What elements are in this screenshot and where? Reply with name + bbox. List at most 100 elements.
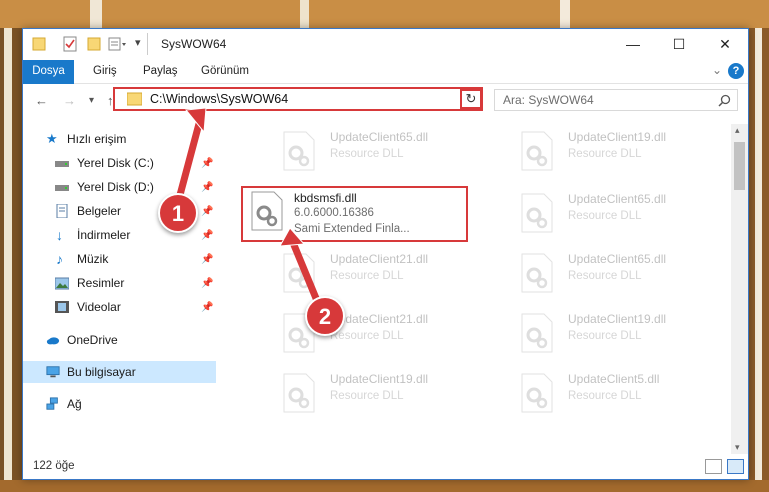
forward-arrow-icon[interactable]: → [63, 93, 76, 108]
file-name: UpdateClient19.dll [568, 312, 667, 326]
pictures-icon [55, 277, 69, 290]
window-title: SysWOW64 [161, 37, 227, 51]
ribbon-expand-icon[interactable]: ⌄ [712, 63, 722, 77]
nav-quick-access[interactable]: ★ Hızlı erişim [23, 128, 216, 150]
scrollbar-thumb[interactable] [734, 142, 745, 190]
file-tile[interactable]: UpdateClient19.dll Resource DLL [506, 124, 736, 180]
tab-gorunum[interactable]: Görünüm [189, 60, 261, 84]
pin-icon[interactable]: 📌 [201, 201, 213, 223]
dll-file-icon [521, 193, 553, 233]
dll-file-icon [521, 313, 553, 353]
file-tile[interactable]: UpdateClient5.dll Resource DLL [506, 366, 736, 422]
file-type: Resource DLL [330, 148, 404, 160]
pin-icon[interactable]: 📌 [201, 225, 213, 247]
file-tile[interactable]: UpdateClient19.dll Resource DLL [506, 306, 736, 362]
customize-toolbar-icon[interactable] [108, 36, 128, 52]
properties-icon[interactable] [63, 36, 77, 52]
pin-icon[interactable]: 📌 [201, 177, 213, 199]
pin-icon[interactable]: 📌 [201, 273, 213, 295]
address-bar[interactable]: C:\Windows\SysWOW64 ⌄ [113, 87, 483, 111]
file-tile[interactable]: UpdateClient21.dll Resource DLL [268, 246, 498, 302]
file-type: Resource DLL [568, 390, 642, 402]
minimize-button[interactable]: — [610, 29, 656, 60]
nav-label: Hızlı erişim [67, 132, 127, 146]
scroll-up-icon[interactable]: ▴ [735, 125, 740, 136]
drive-icon [55, 185, 69, 191]
back-arrow-icon[interactable]: ← [35, 93, 48, 108]
nav-item-music[interactable]: ♪ Müzik 📌 [23, 248, 216, 270]
nav-label: Ağ [67, 397, 82, 411]
downloads-icon: ↓ [56, 227, 63, 243]
close-button[interactable]: ✕ [702, 29, 748, 60]
chevron-down-icon[interactable]: ▾ [135, 36, 141, 49]
file-type: Resource DLL [330, 390, 404, 402]
item-count: 122 öğe [33, 460, 75, 472]
nav-label: Yerel Disk (D:) [77, 180, 154, 194]
pin-icon[interactable]: 📌 [201, 153, 213, 175]
vertical-scrollbar[interactable]: ▴ ▾ [731, 124, 748, 454]
dll-file-icon [521, 373, 553, 413]
nav-label: Müzik [77, 252, 109, 266]
callout-badge-2: 2 [305, 296, 345, 336]
navigation-pane: ★ Hızlı erişim Yerel Disk (C:) 📌 Yerel D… [23, 124, 216, 454]
file-name: UpdateClient65.dll [330, 130, 429, 144]
nav-label: Videolar [77, 300, 121, 314]
file-name: UpdateClient19.dll [330, 372, 429, 386]
search-placeholder: Ara: SysWOW64 [503, 93, 594, 107]
file-list: UpdateClient65.dll Resource DLL UpdateClie… [228, 124, 733, 454]
maximize-button[interactable]: ☐ [656, 29, 702, 60]
documents-icon [56, 204, 68, 218]
help-icon[interactable]: ? [728, 63, 744, 79]
file-type: Resource DLL [568, 210, 642, 222]
cloud-icon [46, 337, 60, 345]
folder-icon [32, 37, 46, 51]
address-row: ← → ▾ ↑ C:\Windows\SysWOW64 ⌄ ↻ Ara: Sys… [23, 84, 748, 116]
file-name: UpdateClient19.dll [568, 130, 667, 144]
dll-file-icon [521, 253, 553, 293]
tiles-view-icon[interactable] [727, 459, 744, 474]
star-icon: ★ [46, 131, 58, 146]
ribbon-tabs: Dosya Giriş Paylaş Görünüm ⌄ ? [23, 60, 748, 84]
file-type: Resource DLL [330, 270, 404, 282]
tab-giris[interactable]: Giriş [81, 60, 129, 84]
nav-item-local-disk-c[interactable]: Yerel Disk (C:) 📌 [23, 152, 216, 174]
file-tile[interactable]: UpdateClient19.dll Resource DLL [268, 366, 498, 422]
pin-icon[interactable]: 📌 [201, 249, 213, 271]
file-tile[interactable]: UpdateClient65.dll Resource DLL [268, 124, 498, 180]
computer-icon [46, 366, 60, 378]
file-type: Resource DLL [568, 270, 642, 282]
folder-icon [127, 92, 142, 106]
refresh-button[interactable]: ↻ [460, 89, 482, 109]
network-icon [46, 397, 58, 410]
file-name: UpdateClient65.dll [568, 192, 667, 206]
recent-locations-icon[interactable]: ▾ [89, 95, 94, 106]
nav-this-pc[interactable]: Bu bilgisayar [23, 361, 216, 383]
nav-label: OneDrive [67, 333, 118, 347]
search-input[interactable]: Ara: SysWOW64 [494, 89, 738, 111]
nav-onedrive[interactable]: OneDrive [23, 329, 216, 351]
scroll-down-icon[interactable]: ▾ [735, 442, 740, 453]
nav-network[interactable]: Ağ [23, 393, 216, 415]
file-tile[interactable]: UpdateClient65.dll Resource DLL [506, 246, 736, 302]
file-name: UpdateClient65.dll [568, 252, 667, 266]
tab-dosya[interactable]: Dosya [23, 60, 74, 84]
callout-badge-1: 1 [158, 193, 198, 233]
tab-paylas[interactable]: Paylaş [131, 60, 190, 84]
nav-item-videos[interactable]: Videolar 📌 [23, 296, 216, 318]
dll-file-icon [521, 131, 553, 171]
new-folder-icon[interactable] [87, 36, 101, 52]
file-tile[interactable]: UpdateClient65.dll Resource DLL [506, 186, 736, 242]
pin-icon[interactable]: 📌 [201, 297, 213, 319]
search-icon [718, 94, 731, 107]
music-icon: ♪ [56, 251, 63, 267]
file-tile[interactable]: UpdateClient21.dll Resource DLL [268, 306, 498, 362]
nav-label: Resimler [77, 276, 125, 290]
drive-icon [55, 161, 69, 167]
highlight-frame [241, 186, 468, 242]
details-view-icon[interactable] [705, 459, 722, 474]
dll-file-icon [283, 253, 315, 293]
file-name: UpdateClient21.dll [330, 252, 429, 266]
nav-label: Bu bilgisayar [67, 365, 136, 379]
nav-item-pictures[interactable]: Resimler 📌 [23, 272, 216, 294]
nav-label: İndirmeler [77, 228, 131, 242]
